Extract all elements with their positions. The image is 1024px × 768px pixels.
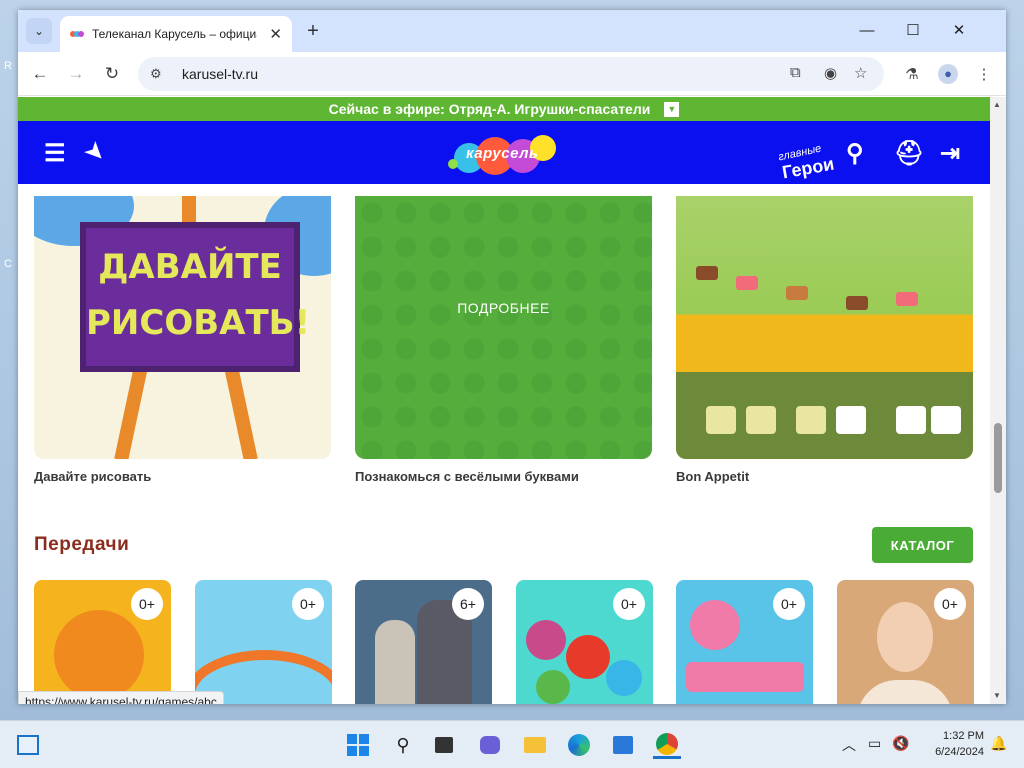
karusel-logo[interactable]: карусель xyxy=(448,131,574,179)
task-view-icon[interactable] xyxy=(430,731,458,759)
scrollbar-thumb[interactable] xyxy=(994,423,1002,493)
start-icon[interactable] xyxy=(344,731,372,759)
game-title[interactable]: Bon Appetit xyxy=(676,469,973,484)
volume-icon[interactable]: 🔇 xyxy=(892,735,909,752)
web-page: Сейчас в эфире: Отряд-А. Игрушки-спасате… xyxy=(18,97,990,704)
easel-board: ДАВАЙТЕ РИСОВАТЬ! xyxy=(80,222,311,372)
on-air-text: Сейчас в эфире: Отряд-А. Игрушки-спасате… xyxy=(328,101,651,117)
on-air-banner[interactable]: Сейчас в эфире: Отряд-А. Игрушки-спасате… xyxy=(18,97,990,121)
show-card[interactable]: 6+ xyxy=(355,580,492,704)
show-card[interactable]: 0+ xyxy=(676,580,813,704)
easel-text-line-2: РИСОВАТЬ! xyxy=(86,303,311,343)
desktop-icon-label: C xyxy=(4,258,12,270)
game-image-letters[interactable]: ПОДРОБНЕЕ xyxy=(355,196,652,459)
age-badge: 0+ xyxy=(773,588,805,620)
chrome-icon[interactable] xyxy=(653,731,681,759)
clock-date: 6/24/2024 xyxy=(935,746,984,758)
show-card[interactable]: 0+ xyxy=(34,580,171,704)
close-window-button[interactable]: ✕ xyxy=(936,10,982,50)
search-icon[interactable]: ⚲ xyxy=(389,731,417,759)
maximize-button[interactable]: ☐ xyxy=(890,10,936,50)
menu-icon[interactable]: ☰ xyxy=(44,139,66,168)
search-icon[interactable]: ⚲ xyxy=(846,139,864,168)
game-title[interactable]: Познакомься с весёлыми буквами xyxy=(355,469,652,484)
show-card[interactable]: 0+ xyxy=(516,580,653,704)
star-icon[interactable]: ☆ xyxy=(854,64,867,82)
karusel-favicon-icon xyxy=(70,27,84,41)
kebab-menu-icon[interactable]: ⋮ xyxy=(970,60,998,88)
scrollbar[interactable]: ▲ ▼ xyxy=(990,97,1006,704)
file-explorer-icon[interactable] xyxy=(521,731,549,759)
close-tab-icon[interactable]: ✕ xyxy=(269,25,282,43)
game-image-draw[interactable]: ДАВАЙТЕ РИСОВАТЬ! xyxy=(34,196,331,459)
browser-toolbar: ← → ↻ ⚙ karusel-tv.ru ⧉ ◉ ☆ ⚗ ● ⋮ xyxy=(18,52,1006,96)
notification-icon[interactable]: 🔔 xyxy=(990,735,1007,752)
game-title[interactable]: Давайте рисовать xyxy=(34,469,331,484)
game-card[interactable]: ДАВАЙТЕ РИСОВАТЬ! Давайте рисовать xyxy=(34,196,331,484)
browser-tab[interactable]: Телеканал Карусель – официа ✕ xyxy=(60,16,292,52)
age-badge: 0+ xyxy=(934,588,966,620)
easel-text-line-1: ДАВАЙТЕ xyxy=(98,247,282,287)
minimize-button[interactable]: — xyxy=(844,10,890,50)
robot-icon[interactable]: ⛑ xyxy=(894,139,924,168)
age-badge: 6+ xyxy=(452,588,484,620)
tab-bar: ⌄ Телеканал Карусель – официа ✕ + — ☐ ✕ xyxy=(18,10,1006,52)
chevron-down-icon[interactable]: ▼ xyxy=(664,101,680,117)
tune-icon[interactable]: ⚙ xyxy=(150,66,170,82)
forward-button[interactable]: → xyxy=(62,60,90,88)
edge-icon[interactable] xyxy=(565,731,593,759)
store-icon[interactable] xyxy=(609,731,637,759)
login-icon[interactable]: ⇥ xyxy=(940,139,960,168)
install-icon[interactable]: ⧉ xyxy=(790,64,801,81)
url-text[interactable]: karusel-tv.ru xyxy=(182,66,258,82)
eye-off-icon[interactable]: ◉ xyxy=(824,64,837,82)
game-card[interactable]: ПОДРОБНЕЕ Познакомься с весёлыми буквами xyxy=(355,196,652,484)
taskbar: ⚲ ︿ ▭ 🔇 1:32 PM 6/24/2024 🔔 xyxy=(0,720,1024,768)
scroll-up-icon[interactable]: ▲ xyxy=(993,100,1001,109)
reload-button[interactable]: ↻ xyxy=(98,60,126,88)
clock-time: 1:32 PM xyxy=(943,730,984,742)
age-badge: 0+ xyxy=(292,588,324,620)
more-details-overlay[interactable]: ПОДРОБНЕЕ xyxy=(355,196,652,459)
status-bar-url: https://www.karusel-tv.ru/games/abc xyxy=(18,691,224,704)
widgets-icon[interactable] xyxy=(14,731,42,759)
chat-icon[interactable] xyxy=(476,731,504,759)
new-tab-button[interactable]: + xyxy=(300,18,326,44)
catalog-button[interactable]: КАТАЛОГ xyxy=(872,527,973,563)
show-card[interactable]: 0+ xyxy=(195,580,332,704)
browser-window: ⌄ Телеканал Карусель – официа ✕ + — ☐ ✕ … xyxy=(18,10,1006,704)
heroes-logo[interactable]: главные Герои xyxy=(774,121,844,184)
network-icon[interactable]: ▭ xyxy=(868,735,881,752)
scroll-down-icon[interactable]: ▼ xyxy=(993,691,1001,700)
desktop-icon-label: R xyxy=(4,60,12,72)
chevron-up-icon[interactable]: ︿ xyxy=(842,735,856,755)
game-image-cafe[interactable] xyxy=(676,196,973,459)
age-badge: 0+ xyxy=(131,588,163,620)
system-clock[interactable]: 1:32 PM 6/24/2024 xyxy=(922,728,984,760)
tab-title: Телеканал Карусель – официа xyxy=(92,27,257,41)
game-card[interactable]: Bon Appetit xyxy=(676,196,973,484)
profile-icon[interactable]: ● xyxy=(934,60,962,88)
chevron-down-icon[interactable]: ⌄ xyxy=(26,18,52,44)
back-button[interactable]: ← xyxy=(26,60,54,88)
flask-icon[interactable]: ⚗ xyxy=(898,60,926,88)
section-title: Передачи xyxy=(34,534,130,555)
site-header: ☰ ➤ карусель главные Герои ⚲ ⛑ ⇥ xyxy=(18,121,990,184)
address-bar[interactable]: ⚙ karusel-tv.ru ⧉ ◉ ☆ xyxy=(138,57,884,91)
show-card[interactable]: 0+ xyxy=(837,580,974,704)
logo-text: карусель xyxy=(466,145,539,162)
location-icon[interactable]: ➤ xyxy=(80,136,111,167)
age-badge: 0+ xyxy=(613,588,645,620)
